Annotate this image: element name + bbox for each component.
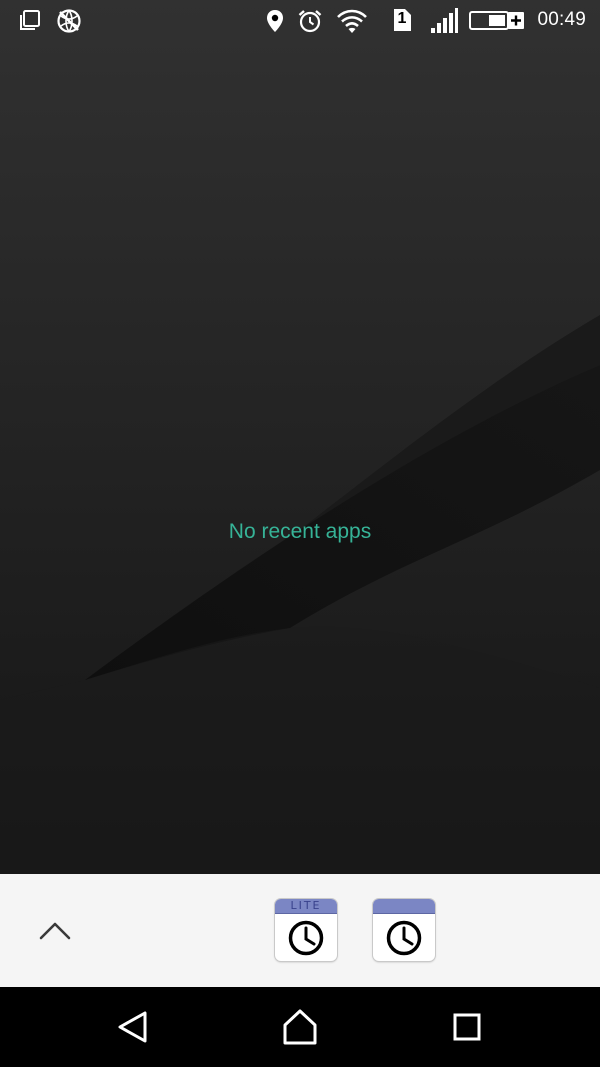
status-bar: 1 00:49 bbox=[0, 0, 600, 42]
home-button[interactable] bbox=[280, 1007, 320, 1047]
expand-tray-button[interactable] bbox=[30, 910, 80, 952]
location-icon bbox=[267, 10, 283, 32]
small-apps-tray: LITE bbox=[0, 874, 600, 987]
home-icon bbox=[283, 1009, 317, 1045]
wallpaper bbox=[0, 0, 600, 874]
recents-screen: 1 00:49 No recent apps LITE bbox=[0, 0, 600, 1067]
tile-header bbox=[373, 899, 435, 914]
no-recent-apps-message: No recent apps bbox=[228, 520, 372, 543]
chevron-up-icon bbox=[39, 922, 71, 940]
signal-icon bbox=[431, 8, 458, 33]
data-saver-icon bbox=[57, 9, 81, 33]
alarm-icon bbox=[298, 10, 322, 33]
app-tile-timer[interactable] bbox=[373, 899, 435, 961]
recents-button[interactable] bbox=[447, 1007, 487, 1047]
screen-mirror-icon bbox=[20, 10, 40, 30]
back-icon bbox=[118, 1011, 147, 1043]
clock-icon bbox=[386, 920, 422, 956]
sim-card-icon: 1 bbox=[392, 7, 412, 33]
tile-header-label: LITE bbox=[290, 899, 322, 912]
recents-icon bbox=[453, 1013, 481, 1041]
back-button[interactable] bbox=[113, 1007, 153, 1047]
navigation-bar bbox=[0, 987, 600, 1067]
status-clock: 00:49 bbox=[537, 9, 586, 30]
sim-slot-number: 1 bbox=[397, 10, 407, 27]
tile-header: LITE bbox=[275, 899, 337, 914]
app-tile-timer-lite[interactable]: LITE bbox=[275, 899, 337, 961]
wifi-icon bbox=[337, 9, 367, 33]
clock-icon bbox=[288, 920, 324, 956]
battery-charging-icon bbox=[469, 11, 524, 30]
